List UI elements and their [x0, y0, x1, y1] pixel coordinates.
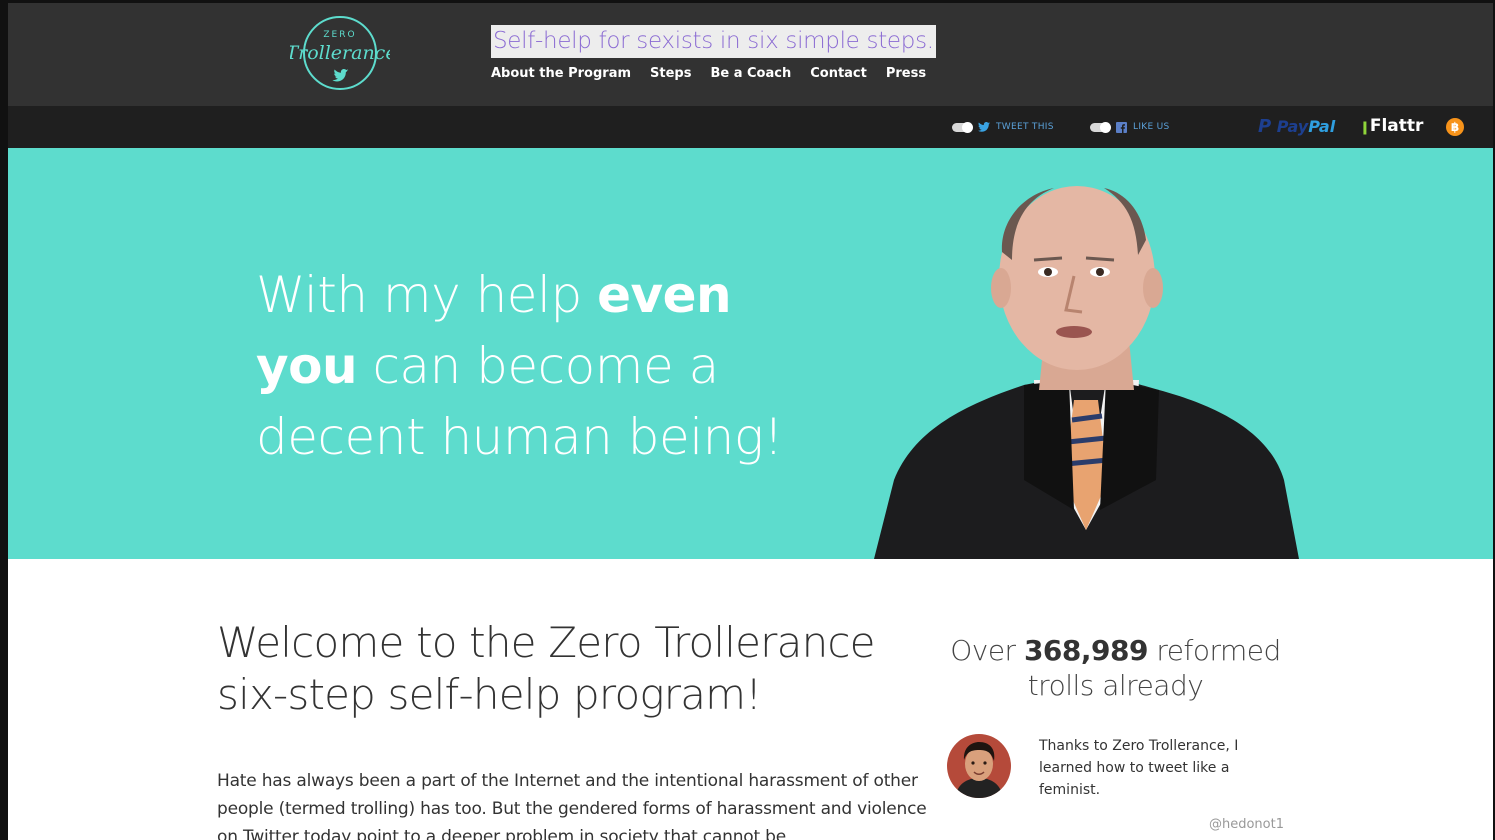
hero-headline: With my help even you can become a decen…	[256, 260, 796, 473]
like-us-widget[interactable]: LIKE US	[1090, 106, 1170, 148]
flattr-button[interactable]: ꞁ Flattr	[1362, 116, 1423, 136]
testimonial-handle[interactable]: @hedonot1	[1178, 817, 1284, 832]
site-header: ZERO Trollerance Self-help for sexists i…	[8, 3, 1493, 106]
hero-line2-regular: can become a	[357, 337, 719, 395]
tweet-toggle[interactable]	[952, 121, 973, 133]
site-tagline: Self-help for sexists in six simple step…	[491, 25, 936, 58]
flattr-icon: ꞁ	[1362, 116, 1368, 136]
hero-banner: With my help even you can become a decen…	[8, 148, 1493, 559]
testimonial-avatar	[947, 734, 1011, 798]
zero-trollerance-logo[interactable]: ZERO Trollerance	[290, 13, 390, 93]
nav-contact[interactable]: Contact	[810, 65, 867, 83]
twitter-bird-icon	[332, 69, 349, 82]
tweet-this-widget[interactable]: TWEET THIS	[952, 106, 1054, 148]
reformed-trolls-counter: Over 368,989 reformed trolls already	[938, 633, 1293, 703]
testimonial-quote: Thanks to Zero Trollerance, I learned ho…	[1039, 738, 1239, 798]
paypal-icon: P	[1258, 116, 1272, 137]
paypal-button[interactable]: P PayPal	[1258, 116, 1335, 137]
nav-be-a-coach[interactable]: Be a Coach	[710, 65, 791, 83]
paypal-label-pal: Pal	[1308, 117, 1336, 136]
hero-line3: decent human being!	[256, 408, 783, 466]
welcome-title: Welcome to the Zero Trollerance six-step…	[217, 618, 876, 719]
nav-steps[interactable]: Steps	[650, 65, 691, 83]
like-us-label: LIKE US	[1133, 122, 1170, 132]
hero-line2-bold: you	[256, 337, 358, 395]
hero-line1-regular: With my help	[256, 266, 598, 324]
social-bar: TWEET THIS LIKE US P PayPal ꞁ Flattr ฿	[8, 106, 1493, 148]
logo-script-text: Trollerance	[290, 42, 390, 64]
intro-paragraph: Hate has always been a part of the Inter…	[217, 771, 927, 840]
facebook-icon	[1116, 121, 1127, 133]
like-toggle[interactable]	[1090, 121, 1111, 133]
counter-prefix: Over	[950, 634, 1024, 667]
nav-about-the-program[interactable]: About the Program	[491, 65, 631, 83]
bitcoin-icon[interactable]: ฿	[1446, 118, 1464, 136]
logo-top-text: ZERO	[323, 30, 356, 40]
main-content: Welcome to the Zero Trollerance six-step…	[8, 559, 1493, 840]
counter-number: 368,989	[1023, 634, 1149, 667]
flattr-label: Flattr	[1369, 116, 1424, 136]
twitter-icon	[978, 122, 990, 132]
paypal-label-pay: Pay	[1276, 117, 1309, 136]
main-nav: About the Program Steps Be a Coach Conta…	[491, 65, 945, 83]
coach-portrait	[874, 186, 1299, 559]
hero-line1-bold: even	[597, 266, 732, 324]
window-frame-left	[0, 0, 8, 840]
tweet-this-label: TWEET THIS	[996, 122, 1054, 132]
nav-press[interactable]: Press	[886, 65, 926, 83]
